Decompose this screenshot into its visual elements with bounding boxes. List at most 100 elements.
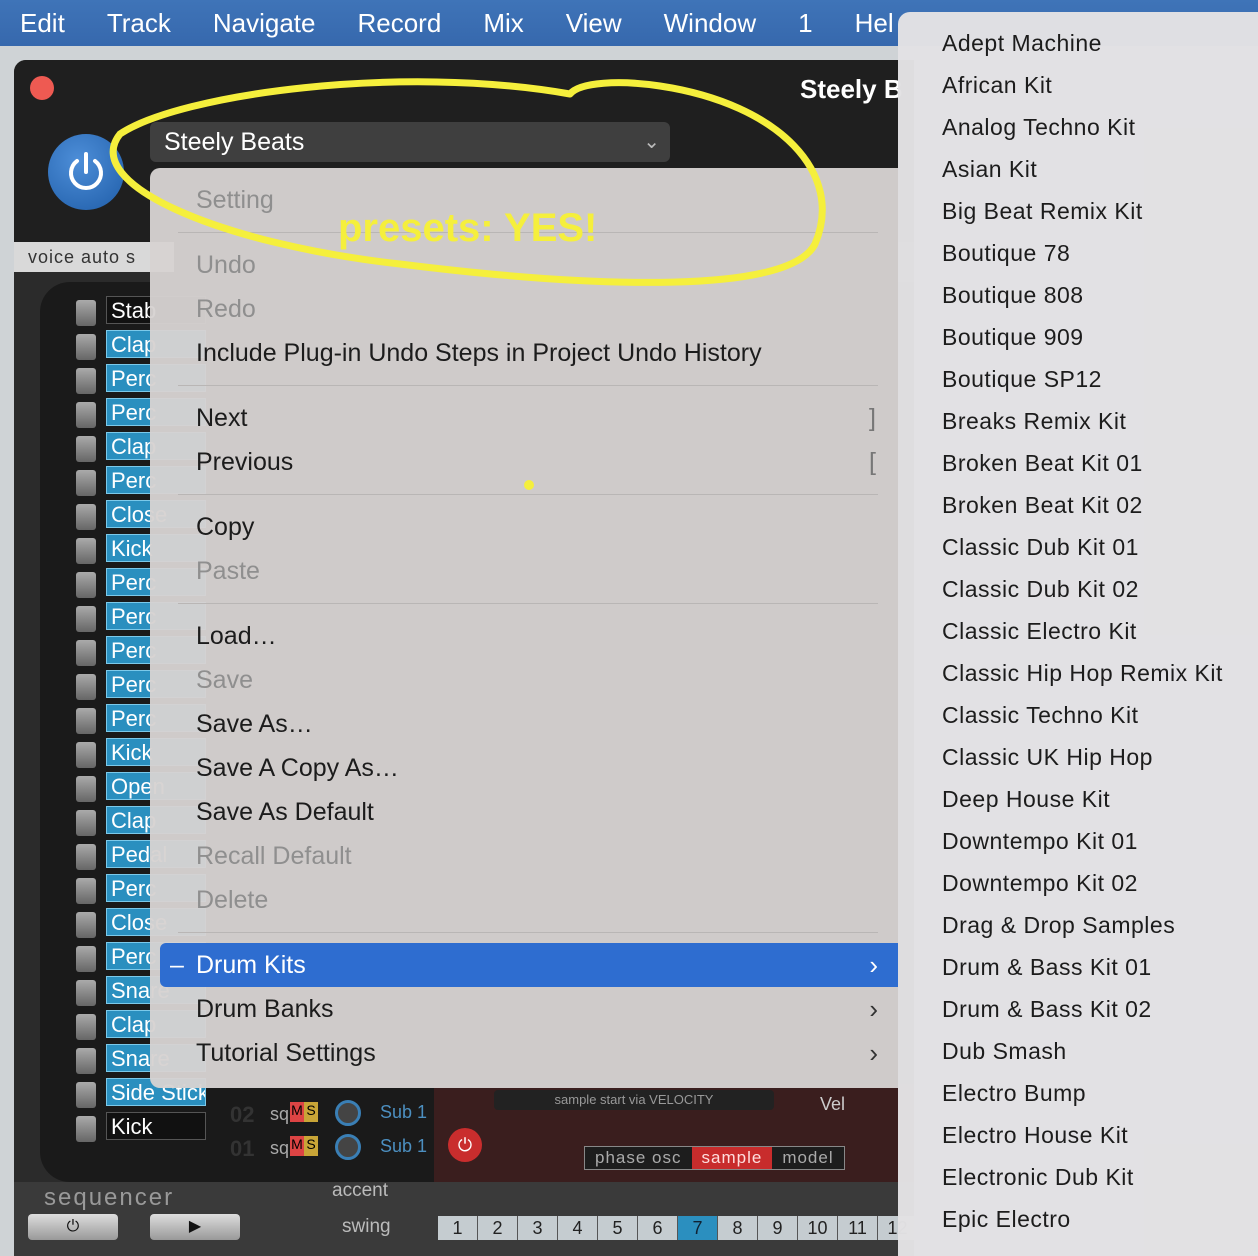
menu-item-include-undo[interactable]: Include Plug-in Undo Steps in Project Un… — [150, 331, 898, 375]
submenu-item[interactable]: Drum & Bass Kit 02 — [898, 988, 1258, 1030]
submenu-item[interactable]: Epic Electro — [898, 1198, 1258, 1240]
submenu-item[interactable]: Deep House Kit — [898, 778, 1258, 820]
track-handle[interactable] — [76, 402, 96, 428]
menu-item-load[interactable]: Load… — [150, 614, 898, 658]
submenu-item[interactable]: Classic Techno Kit — [898, 694, 1258, 736]
tab-sample[interactable]: sample — [691, 1147, 773, 1169]
submenu-item[interactable]: Dub Smash — [898, 1030, 1258, 1072]
step-button[interactable]: 3 — [518, 1216, 558, 1240]
plugin-power-button[interactable] — [48, 134, 124, 210]
submenu-item[interactable]: Electronic Dub Kit — [898, 1156, 1258, 1198]
menu-item-save-copy-as[interactable]: Save A Copy As… — [150, 746, 898, 790]
menu-record[interactable]: Record — [357, 8, 441, 39]
sequencer-power-button[interactable]: ⏻ — [28, 1214, 118, 1240]
submenu-item[interactable]: Drag & Drop Samples — [898, 904, 1258, 946]
pan-knob[interactable] — [335, 1100, 361, 1126]
submenu-item[interactable]: Boutique 808 — [898, 274, 1258, 316]
submenu-item[interactable]: Classic Dub Kit 01 — [898, 526, 1258, 568]
track-handle[interactable] — [76, 572, 96, 598]
track-handle[interactable] — [76, 1082, 96, 1108]
track-handle[interactable] — [76, 334, 96, 360]
menu-item-tutorial-settings[interactable]: Tutorial Settings › — [150, 1031, 898, 1075]
track-handle[interactable] — [76, 742, 96, 768]
track-handle[interactable] — [76, 436, 96, 462]
track-handle[interactable] — [76, 368, 96, 394]
track-handle[interactable] — [76, 810, 96, 836]
submenu-item[interactable]: Downtempo Kit 02 — [898, 862, 1258, 904]
submenu-item[interactable]: Broken Beat Kit 02 — [898, 484, 1258, 526]
step-button[interactable]: 10 — [798, 1216, 838, 1240]
tab-model[interactable]: model — [772, 1147, 844, 1169]
submenu-item[interactable]: Analog Techno Kit — [898, 106, 1258, 148]
track-row[interactable]: Kick — [76, 1110, 206, 1144]
menu-item-copy[interactable]: Copy — [150, 505, 898, 549]
synth-power-icon[interactable]: ⏻ — [448, 1128, 482, 1162]
submenu-item[interactable]: Adept Machine — [898, 22, 1258, 64]
track-handle[interactable] — [76, 946, 96, 972]
menu-1[interactable]: 1 — [798, 8, 812, 39]
menu-track[interactable]: Track — [107, 8, 171, 39]
submenu-item[interactable]: Boutique SP12 — [898, 358, 1258, 400]
track-handle[interactable] — [76, 674, 96, 700]
tab-phase-osc[interactable]: phase osc — [585, 1147, 692, 1169]
submenu-item[interactable]: Broken Beat Kit 01 — [898, 442, 1258, 484]
step-button[interactable]: 8 — [718, 1216, 758, 1240]
step-button[interactable]: 2 — [478, 1216, 518, 1240]
submenu-item[interactable]: Boutique 78 — [898, 232, 1258, 274]
track-handle[interactable] — [76, 844, 96, 870]
solo-button[interactable]: S — [304, 1136, 318, 1156]
sequencer-play-button[interactable]: ▶ — [150, 1214, 240, 1240]
track-handle[interactable] — [76, 470, 96, 496]
submenu-item[interactable]: Classic UK Hip Hop — [898, 736, 1258, 778]
solo-button[interactable]: S — [304, 1102, 318, 1122]
track-handle[interactable] — [76, 606, 96, 632]
step-button[interactable]: 11 — [838, 1216, 878, 1240]
submenu-item[interactable]: Classic Electro Kit — [898, 610, 1258, 652]
track-handle[interactable] — [76, 300, 96, 326]
sub-output[interactable]: Sub 1 — [380, 1102, 427, 1123]
track-handle[interactable] — [76, 1048, 96, 1074]
track-handle[interactable] — [76, 1116, 96, 1142]
track-handle[interactable] — [76, 776, 96, 802]
submenu-item[interactable]: Big Beat Remix Kit — [898, 190, 1258, 232]
submenu-item[interactable]: Classic Dub Kit 02 — [898, 568, 1258, 610]
track-handle[interactable] — [76, 538, 96, 564]
submenu-item[interactable]: Electro Bump — [898, 1072, 1258, 1114]
track-handle[interactable] — [76, 878, 96, 904]
mute-button[interactable]: M — [290, 1102, 304, 1122]
menu-view[interactable]: View — [566, 8, 622, 39]
step-button[interactable]: 9 — [758, 1216, 798, 1240]
pan-knob[interactable] — [335, 1134, 361, 1160]
menu-help[interactable]: Hel — [855, 8, 894, 39]
track-handle[interactable] — [76, 980, 96, 1006]
menu-item-drum-kits[interactable]: – Drum Kits › — [160, 943, 898, 987]
mute-button[interactable]: M — [290, 1136, 304, 1156]
track-handle[interactable] — [76, 708, 96, 734]
submenu-item[interactable]: Asian Kit — [898, 148, 1258, 190]
menu-item-drum-banks[interactable]: Drum Banks › — [150, 987, 898, 1031]
sub-output[interactable]: Sub 1 — [380, 1136, 427, 1157]
step-button[interactable]: 4 — [558, 1216, 598, 1240]
step-button[interactable]: 1 — [438, 1216, 478, 1240]
step-button[interactable]: 6 — [638, 1216, 678, 1240]
menu-item-save-as[interactable]: Save As… — [150, 702, 898, 746]
step-button[interactable]: 5 — [598, 1216, 638, 1240]
submenu-item[interactable]: Downtempo Kit 01 — [898, 820, 1258, 862]
preset-select[interactable]: Steely Beats ⌄ — [150, 122, 670, 162]
submenu-item[interactable]: Classic Hip Hop Remix Kit — [898, 652, 1258, 694]
menu-navigate[interactable]: Navigate — [213, 8, 316, 39]
menu-item-previous[interactable]: Previous [ — [150, 440, 898, 484]
close-window-button[interactable] — [30, 76, 54, 100]
track-handle[interactable] — [76, 504, 96, 530]
menu-item-save-as-default[interactable]: Save As Default — [150, 790, 898, 834]
submenu-item[interactable]: Electro House Kit — [898, 1114, 1258, 1156]
menu-item-next[interactable]: Next ] — [150, 396, 898, 440]
menu-window[interactable]: Window — [664, 8, 756, 39]
submenu-item[interactable]: African Kit — [898, 64, 1258, 106]
track-handle[interactable] — [76, 1014, 96, 1040]
submenu-item[interactable]: Breaks Remix Kit — [898, 400, 1258, 442]
submenu-item[interactable]: Drum & Bass Kit 01 — [898, 946, 1258, 988]
submenu-item[interactable]: Boutique 909 — [898, 316, 1258, 358]
step-button-current[interactable]: 7 — [678, 1216, 718, 1240]
menu-edit[interactable]: Edit — [20, 8, 65, 39]
